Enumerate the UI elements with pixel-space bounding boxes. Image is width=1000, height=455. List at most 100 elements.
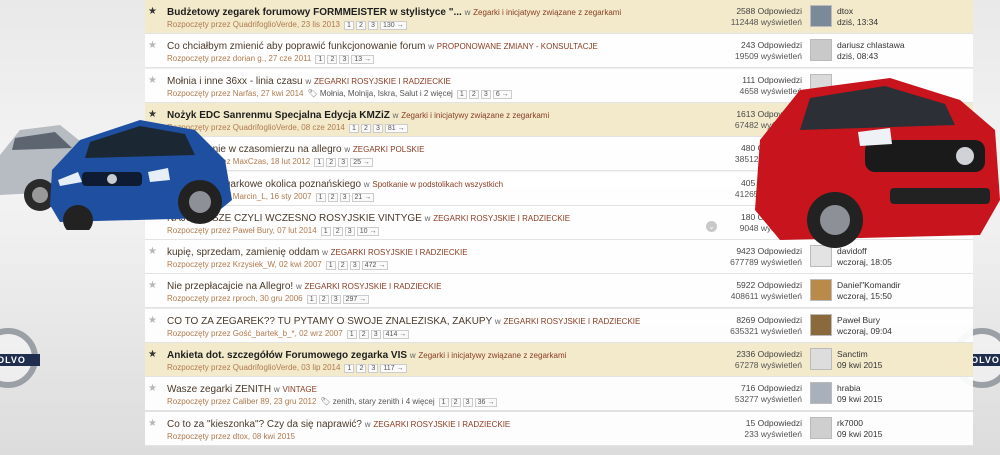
forum-link[interactable]: ZEGARKI ROSYJSKIE I RADZIECKIE xyxy=(314,77,451,86)
star-icon[interactable]: ★ xyxy=(148,349,157,360)
page-link[interactable]: 2 xyxy=(360,123,371,133)
topic-title-link[interactable]: Nie przepłacajcie na Allegro! xyxy=(167,281,293,292)
page-link[interactable]: 3 xyxy=(462,398,473,408)
page-link[interactable]: 1 xyxy=(348,123,359,133)
forum-link[interactable]: Spotkanie w podstolikach wszystkich xyxy=(372,180,503,189)
views-count: 233 wyświetleń xyxy=(744,428,802,439)
last-post-user[interactable]: Sanctim xyxy=(837,349,957,360)
avatar[interactable] xyxy=(810,348,832,370)
avatar[interactable] xyxy=(810,313,832,336)
topic-title-link[interactable]: Budżetowy zegarek forumowy FORMMEISTER w… xyxy=(167,7,462,18)
page-link[interactable]: 81 → xyxy=(384,123,408,133)
avatar[interactable] xyxy=(810,5,832,27)
page-link[interactable]: 1 xyxy=(314,158,325,168)
last-post-user[interactable]: Paweł Bury xyxy=(837,315,957,326)
page-link[interactable]: 2 xyxy=(318,295,329,305)
page-link[interactable]: 25 → xyxy=(350,158,373,168)
topic-title-link[interactable]: Co chciałbym zmienić aby poprawić funkcj… xyxy=(167,41,425,52)
page-link[interactable]: 3 xyxy=(370,329,381,339)
page-link[interactable]: 3 xyxy=(338,158,349,168)
forum-link[interactable]: ZEGARKI ROSYJSKIE I RADZIECKIE xyxy=(331,248,468,257)
page-link[interactable]: 2 xyxy=(326,158,337,168)
star-icon[interactable]: ★ xyxy=(148,315,157,326)
topic-title-link[interactable]: kupię, sprzedam, zamienię oddam xyxy=(167,247,319,258)
star-icon[interactable]: ★ xyxy=(148,418,157,429)
page-link[interactable]: 1 xyxy=(344,364,355,373)
page-link[interactable]: 1 xyxy=(346,329,357,339)
forum-link[interactable]: VINTAGE xyxy=(282,385,317,394)
page-link[interactable]: 3 xyxy=(368,364,379,373)
forum-link[interactable]: ZEGARKI ROSYJSKIE I RADZIECKIE xyxy=(305,282,442,291)
topic-title-link[interactable]: CO TO ZA ZEGAREK?? TU PYTAMY O SWOJE ZNA… xyxy=(167,316,492,327)
page-link[interactable]: 1 xyxy=(306,295,317,305)
forum-link[interactable]: Zegarki i inicjatywy związane z zegarkam… xyxy=(401,111,549,120)
page-link[interactable]: 13 → xyxy=(351,55,375,65)
page-link[interactable]: 2 xyxy=(356,364,367,373)
page-link[interactable]: 2 xyxy=(356,21,366,30)
avatar[interactable] xyxy=(810,39,832,62)
page-link[interactable]: 2 xyxy=(450,398,461,408)
last-post-user[interactable]: Daniel"Komandir xyxy=(837,280,957,291)
page-link[interactable]: 3 xyxy=(339,192,350,202)
page-link[interactable]: 297 → xyxy=(342,295,370,305)
page-link[interactable]: 1 xyxy=(438,398,449,408)
page-link[interactable]: 2 xyxy=(337,261,348,271)
topic-title-link[interactable]: Co to za "kieszonka"? Czy da się naprawi… xyxy=(167,419,362,430)
topic-title-link[interactable]: Mołnia i inne 36xx - linia czasu xyxy=(167,76,303,87)
last-post-user[interactable]: dariusz chlastawa xyxy=(837,40,957,51)
page-link[interactable]: 1 xyxy=(315,55,326,65)
page-link[interactable]: 1 xyxy=(320,226,331,236)
page-link[interactable]: 6 → xyxy=(492,89,512,99)
avatar[interactable] xyxy=(810,279,832,302)
topic-tags[interactable]: 🏷 zenith, stary zenith i 4 więcej xyxy=(320,397,434,406)
page-link[interactable]: 130 → xyxy=(380,21,407,30)
last-post-user[interactable]: rk7000 xyxy=(837,418,957,429)
page-link[interactable]: 3 xyxy=(480,89,491,99)
page-link[interactable]: 2 xyxy=(358,329,369,339)
forum-link[interactable]: ZEGARKI ROSYJSKIE I RADZIECKIE xyxy=(433,214,570,223)
car-ad-left[interactable] xyxy=(0,110,232,230)
in-label: w xyxy=(295,282,302,292)
page-link[interactable]: 36 → xyxy=(474,398,498,408)
page-link[interactable]: 1 xyxy=(325,261,336,271)
page-link[interactable]: 1 xyxy=(456,89,467,99)
page-link[interactable]: 472 → xyxy=(361,261,389,271)
page-link[interactable]: 21 → xyxy=(351,192,375,202)
last-post-user[interactable]: dtox xyxy=(837,6,957,17)
page-link[interactable]: 3 xyxy=(349,261,360,271)
forum-link[interactable]: ZEGARKI ROSYJSKIE I RADZIECKIE xyxy=(373,420,510,429)
page-link[interactable]: 414 → xyxy=(382,329,410,339)
star-icon[interactable]: ★ xyxy=(148,75,157,86)
forum-link[interactable]: ZEGARKI ROSYJSKIE I RADZIECKIE xyxy=(503,317,640,326)
page-link[interactable]: 2 xyxy=(468,89,479,99)
topic-title-link[interactable]: Wasze zegarki ZENITH xyxy=(167,384,271,395)
page-link[interactable]: 3 xyxy=(372,123,383,133)
last-post-user[interactable]: hrabia xyxy=(837,383,957,394)
page-link[interactable]: 3 xyxy=(330,295,341,305)
page-link[interactable]: 117 → xyxy=(380,364,407,373)
avatar[interactable] xyxy=(810,382,832,405)
star-icon[interactable]: ★ xyxy=(148,383,157,394)
avatar[interactable] xyxy=(810,416,832,439)
page-link[interactable]: 2 xyxy=(327,192,338,202)
page-link[interactable]: 1 xyxy=(315,192,326,202)
forum-link[interactable]: PROPONOWANE ZMIANY - KONSULTACJE xyxy=(437,42,598,51)
star-icon[interactable]: ★ xyxy=(148,246,157,257)
page-link[interactable]: 1 xyxy=(344,21,354,30)
forum-link[interactable]: ZEGARKI POLSKIE xyxy=(353,145,425,154)
page-link[interactable]: 10 → xyxy=(356,226,380,236)
page-link[interactable]: 3 xyxy=(368,21,378,30)
forum-link[interactable]: Zegarki i inicjatywy związane z zegarkam… xyxy=(418,351,566,360)
star-icon[interactable]: ★ xyxy=(148,40,157,51)
forum-link[interactable]: Zegarki i inicjatywy związane z zegarkam… xyxy=(473,8,621,17)
star-icon[interactable]: ★ xyxy=(148,6,157,17)
star-icon[interactable]: ★ xyxy=(148,280,157,291)
scroll-down-icon[interactable]: ⌄ xyxy=(706,221,717,232)
page-link[interactable]: 3 xyxy=(339,55,350,65)
page-link[interactable]: 3 xyxy=(344,226,355,236)
page-link[interactable]: 2 xyxy=(327,55,338,65)
page-link[interactable]: 2 xyxy=(332,226,343,236)
topic-title-link[interactable]: Ankieta dot. szczegółów Forumowego zegar… xyxy=(167,350,407,361)
topic-tags[interactable]: 🏷 Mołnia, Molnija, Iskra, Salut i 2 więc… xyxy=(308,89,453,98)
car-ad-right[interactable] xyxy=(740,70,1000,250)
